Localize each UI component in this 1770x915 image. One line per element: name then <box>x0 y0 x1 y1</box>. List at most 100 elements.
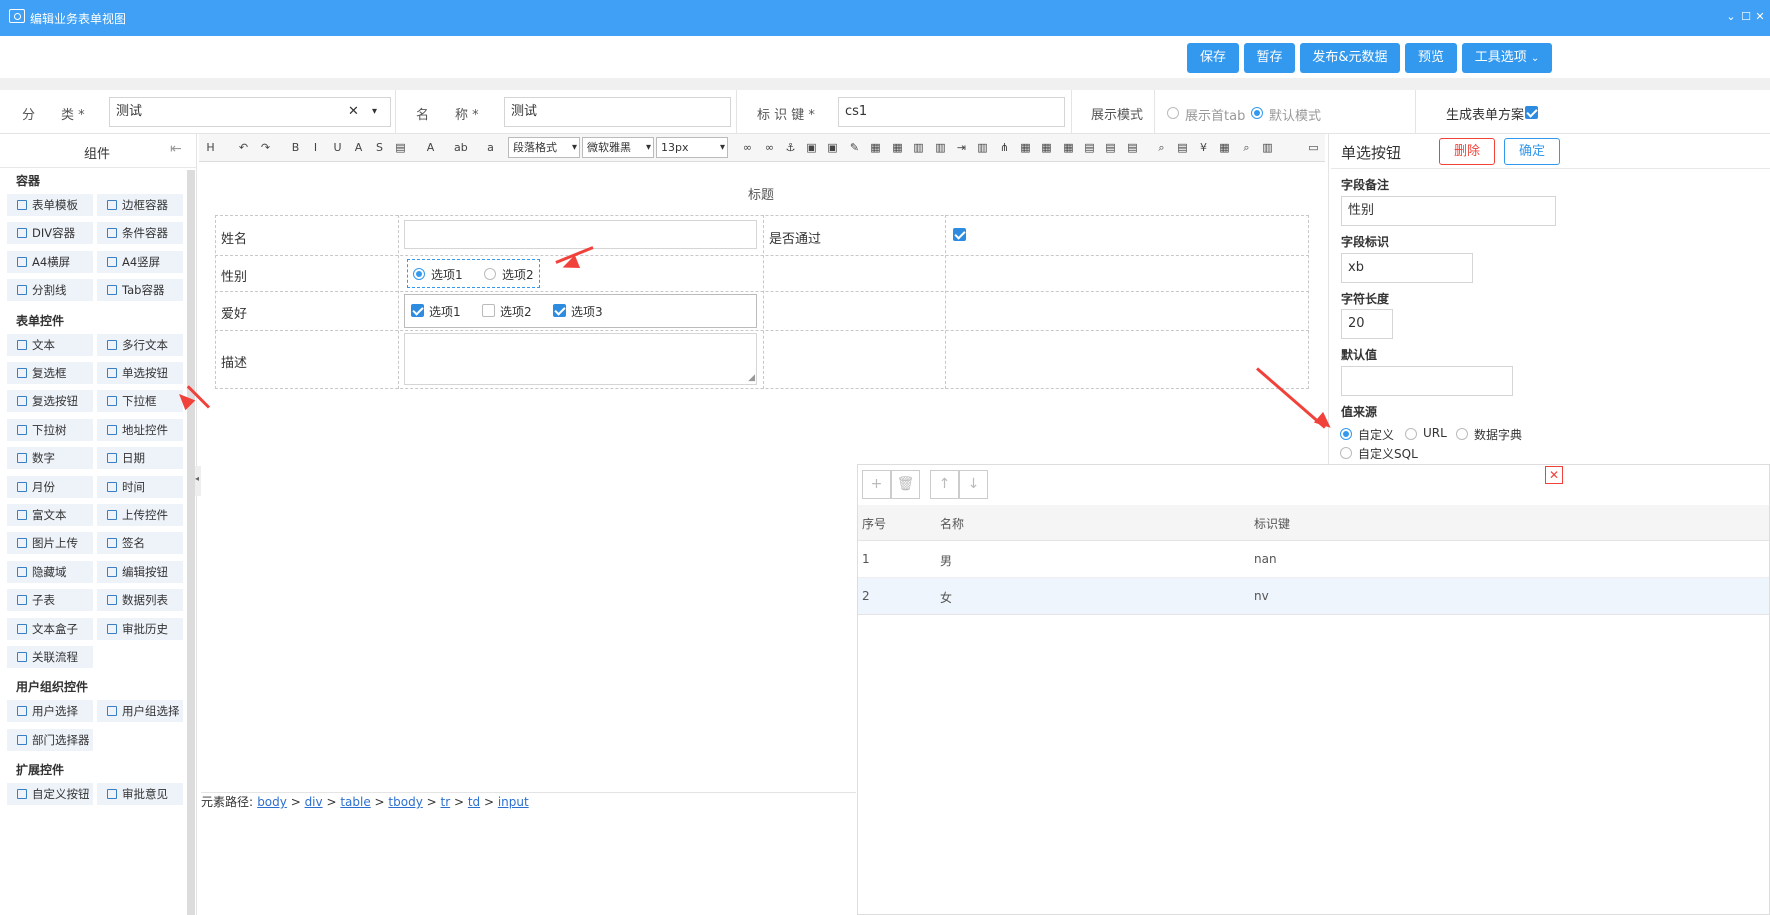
collapse-panel-icon[interactable]: ⇤ <box>170 141 182 157</box>
close-window-icon[interactable]: ✕ <box>1754 10 1766 23</box>
component-item[interactable]: 下拉树 <box>7 418 93 441</box>
component-item[interactable]: 自定义按钮 <box>7 783 93 806</box>
insert-col-icon[interactable]: ▥ <box>912 141 925 154</box>
component-item[interactable]: 边框容器 <box>97 194 183 216</box>
path-link[interactable]: table <box>340 795 370 809</box>
underline-icon[interactable]: U <box>331 141 344 154</box>
collapse-handle[interactable]: ◂ <box>195 466 201 496</box>
table-prop-icon[interactable]: ▦ <box>1019 141 1032 154</box>
move-down-button[interactable]: ↓ <box>959 470 988 499</box>
font-color-icon[interactable]: A <box>424 141 437 154</box>
source-radio-dict[interactable] <box>1456 428 1468 440</box>
split-icon[interactable]: ▥ <box>976 141 989 154</box>
component-item[interactable]: 地址控件 <box>97 418 183 441</box>
delete-row-icon[interactable]: ▥ <box>934 141 947 154</box>
component-item[interactable]: 表单模板 <box>7 194 93 216</box>
source-radio-custom[interactable] <box>1340 428 1352 440</box>
save-button[interactable]: 保存 <box>1187 43 1239 73</box>
path-link[interactable]: tr <box>440 795 450 809</box>
paragraph-select[interactable]: 段落格式 <box>508 137 580 158</box>
component-item[interactable]: 用户选择 <box>7 700 93 723</box>
maximize-icon[interactable]: ☐ <box>1740 10 1752 23</box>
component-item[interactable]: 下拉框 <box>97 390 183 413</box>
hobby-checkbox-2[interactable] <box>482 304 495 317</box>
component-item[interactable]: A4竖屏 <box>97 250 183 273</box>
image-icon[interactable]: ▣ <box>805 141 818 154</box>
font-select[interactable]: 微软雅黑 <box>582 137 654 158</box>
hobby-checkbox-1[interactable] <box>411 304 424 317</box>
component-item[interactable]: 文本盒子 <box>7 617 93 640</box>
redo-icon[interactable]: ↷ <box>259 141 272 154</box>
remark-input[interactable]: 性别 <box>1341 196 1556 226</box>
component-item[interactable]: 条件容器 <box>97 222 183 245</box>
gender-radio-1[interactable] <box>413 268 425 280</box>
date-icon[interactable]: ▦ <box>1218 141 1231 154</box>
component-item[interactable]: 分割线 <box>7 279 93 302</box>
default-input[interactable] <box>1341 366 1513 396</box>
table-prop-icon[interactable]: ▦ <box>1040 141 1053 154</box>
link-icon[interactable]: ∞ <box>741 141 754 154</box>
publish-button[interactable]: 发布&元数据 <box>1300 43 1400 73</box>
component-item[interactable]: 文本 <box>7 333 93 356</box>
component-item[interactable]: 隐藏域 <box>7 560 93 583</box>
size-select[interactable]: 13px <box>656 137 728 158</box>
insert-row-icon[interactable]: ▦ <box>891 141 904 154</box>
strikethrough-icon[interactable]: S <box>373 141 386 154</box>
component-item[interactable]: 复选按钮 <box>7 390 93 413</box>
undo-icon[interactable]: ↶ <box>237 141 250 154</box>
preview-button[interactable]: 预览 <box>1405 43 1457 73</box>
money-icon[interactable]: ¥ <box>1197 141 1210 154</box>
delete-button[interactable]: 删除 <box>1439 138 1495 165</box>
hobby-checkbox-3[interactable] <box>553 304 566 317</box>
length-input[interactable]: 20 <box>1341 309 1393 339</box>
component-item[interactable]: 数据列表 <box>97 589 183 612</box>
print-icon[interactable]: ▥ <box>1261 141 1274 154</box>
table-row[interactable]: 1 男 nan <box>858 541 1769 578</box>
gen-plan-checkbox[interactable] <box>1525 106 1538 119</box>
display-mode-radio-default[interactable] <box>1251 107 1263 119</box>
name-field[interactable] <box>404 220 757 249</box>
source-icon[interactable]: ▭ <box>1307 141 1320 154</box>
component-item[interactable]: 上传控件 <box>97 504 183 526</box>
name-input[interactable]: 测试 <box>504 97 731 127</box>
template-icon[interactable]: ▤ <box>1176 141 1189 154</box>
component-item[interactable]: 多行文本 <box>97 333 183 356</box>
table-prop-icon[interactable]: ▦ <box>1062 141 1075 154</box>
delete-row-button[interactable]: 🗑 <box>891 470 920 499</box>
confirm-button[interactable]: 确定 <box>1504 138 1560 165</box>
display-mode-radio-tab[interactable] <box>1167 107 1179 119</box>
caret-down-icon[interactable]: ▾ <box>372 98 377 126</box>
component-item[interactable]: 数字 <box>7 447 93 470</box>
component-item[interactable]: 部门选择器 <box>7 728 93 751</box>
path-link[interactable]: div <box>305 795 323 809</box>
font-border-icon[interactable]: A <box>352 141 365 154</box>
path-link[interactable]: tbody <box>388 795 422 809</box>
key-input[interactable]: cs1 <box>838 97 1065 127</box>
italic-icon[interactable]: I <box>309 141 322 154</box>
path-link[interactable]: td <box>468 795 480 809</box>
component-item[interactable]: 关联流程 <box>7 646 93 668</box>
component-item[interactable]: 单选按钮 <box>97 362 183 384</box>
component-item[interactable]: 审批意见 <box>97 783 183 806</box>
table-prop-icon[interactable]: ▤ <box>1083 141 1096 154</box>
search-icon[interactable]: ⌕ <box>1155 141 1168 154</box>
component-item[interactable]: 子表 <box>7 589 93 612</box>
table-prop-icon[interactable]: ▤ <box>1104 141 1117 154</box>
anchor-icon[interactable]: ⚓ <box>784 141 797 154</box>
table-icon[interactable]: ▦ <box>869 141 882 154</box>
path-link[interactable]: body <box>257 795 287 809</box>
preview-icon[interactable]: ⌕ <box>1240 141 1253 154</box>
close-icon[interactable]: ✕ <box>1545 466 1563 484</box>
highlight-icon[interactable]: ab <box>454 141 468 154</box>
component-item[interactable]: 富文本 <box>7 504 93 526</box>
description-textarea[interactable]: ◢ <box>404 333 757 385</box>
split-cell-icon[interactable]: ⋔ <box>998 141 1011 154</box>
unlink-icon[interactable]: ∞ <box>763 141 776 154</box>
draft-button[interactable]: 暂存 <box>1244 43 1295 73</box>
format-icon[interactable]: a <box>484 141 497 154</box>
path-link[interactable]: input <box>498 795 529 809</box>
field-key-input[interactable]: xb <box>1341 253 1473 283</box>
table-prop-icon[interactable]: ▤ <box>1126 141 1139 154</box>
component-item[interactable]: DIV容器 <box>7 222 93 245</box>
component-item[interactable]: 用户组选择 <box>97 700 183 723</box>
